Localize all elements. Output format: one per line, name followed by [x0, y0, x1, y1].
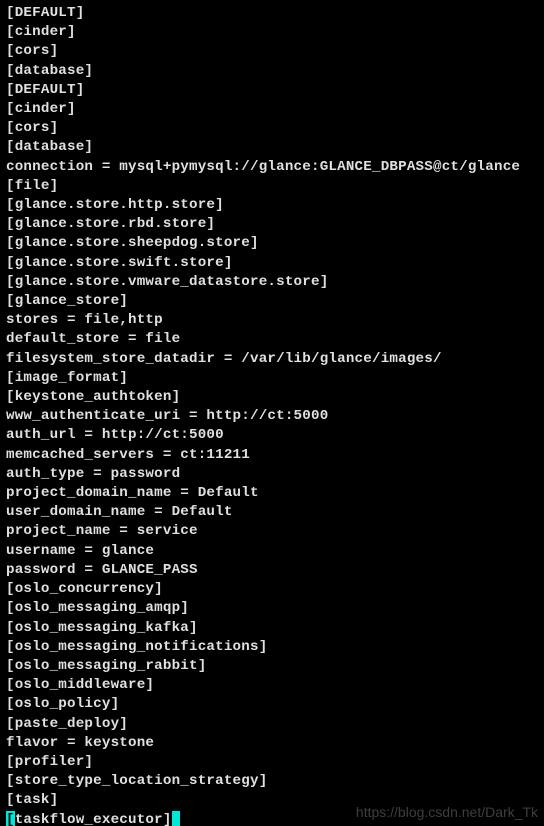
terminal-line: [image_format] — [6, 369, 538, 388]
terminal-line: [glance.store.swift.store] — [6, 254, 538, 273]
terminal-cursor-line: [taskflow_executor] — [6, 811, 538, 826]
terminal-line: [file] — [6, 177, 538, 196]
terminal-line: [oslo_policy] — [6, 695, 538, 714]
terminal-line: [glance_store] — [6, 292, 538, 311]
terminal-line: www_authenticate_uri = http://ct:5000 — [6, 407, 538, 426]
terminal-line: [database] — [6, 138, 538, 157]
terminal-line: [profiler] — [6, 753, 538, 772]
terminal-line: project_domain_name = Default — [6, 484, 538, 503]
terminal-line: [database] — [6, 62, 538, 81]
terminal-line: [paste_deploy] — [6, 715, 538, 734]
terminal-line: password = GLANCE_PASS — [6, 561, 538, 580]
terminal-line: user_domain_name = Default — [6, 503, 538, 522]
terminal-cursor — [172, 811, 181, 826]
terminal-line: [oslo_messaging_kafka] — [6, 619, 538, 638]
terminal-line: [cinder] — [6, 23, 538, 42]
terminal-line: [cors] — [6, 119, 538, 138]
terminal-line: [glance.store.http.store] — [6, 196, 538, 215]
terminal-line: project_name = service — [6, 522, 538, 541]
terminal-line: filesystem_store_datadir = /var/lib/glan… — [6, 350, 538, 369]
terminal-line: [oslo_messaging_notifications] — [6, 638, 538, 657]
cursor-line-open-bracket: [ — [6, 811, 15, 826]
terminal-line: [cinder] — [6, 100, 538, 119]
terminal-line: [glance.store.rbd.store] — [6, 215, 538, 234]
terminal-line: flavor = keystone — [6, 734, 538, 753]
terminal-line: [DEFAULT] — [6, 81, 538, 100]
terminal-line: [store_type_location_strategy] — [6, 772, 538, 791]
terminal-line: auth_type = password — [6, 465, 538, 484]
terminal-line: [oslo_concurrency] — [6, 580, 538, 599]
terminal-line: [cors] — [6, 42, 538, 61]
terminal-line: [oslo_messaging_amqp] — [6, 599, 538, 618]
cursor-line-text: taskflow_executor] — [15, 812, 172, 826]
terminal-line: [oslo_middleware] — [6, 676, 538, 695]
terminal-line: username = glance — [6, 542, 538, 561]
terminal-line: connection = mysql+pymysql://glance:GLAN… — [6, 158, 538, 177]
terminal-output[interactable]: [DEFAULT][cinder][cors][database][DEFAUL… — [0, 0, 544, 826]
terminal-line: memcached_servers = ct:11211 — [6, 446, 538, 465]
terminal-line: default_store = file — [6, 330, 538, 349]
terminal-line: stores = file,http — [6, 311, 538, 330]
terminal-line: [glance.store.sheepdog.store] — [6, 234, 538, 253]
terminal-line: auth_url = http://ct:5000 — [6, 426, 538, 445]
terminal-line: [keystone_authtoken] — [6, 388, 538, 407]
terminal-line: [task] — [6, 791, 538, 810]
terminal-line: [oslo_messaging_rabbit] — [6, 657, 538, 676]
terminal-line: [glance.store.vmware_datastore.store] — [6, 273, 538, 292]
terminal-line: [DEFAULT] — [6, 4, 538, 23]
